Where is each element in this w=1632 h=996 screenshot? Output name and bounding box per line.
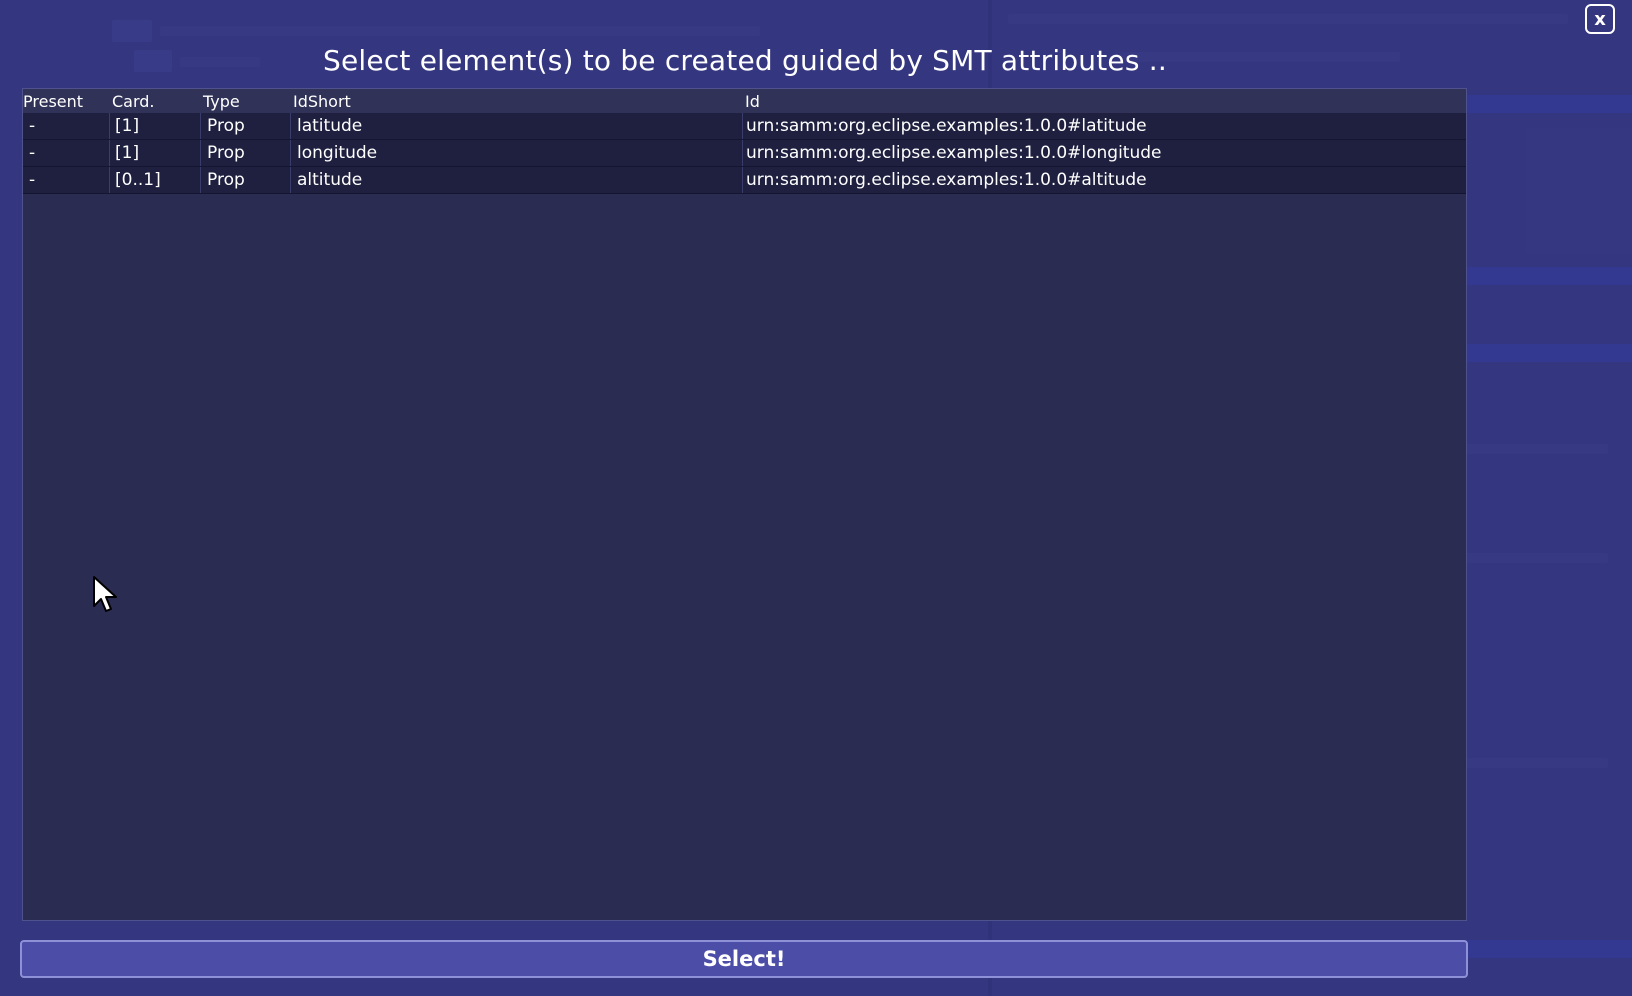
select-button[interactable]: Select!: [20, 940, 1468, 978]
column-header-id[interactable]: Id: [745, 92, 760, 111]
cell-type: Prop: [207, 170, 245, 190]
cell-separator: [200, 167, 201, 193]
cell-type: Prop: [207, 143, 245, 163]
cell-separator: [109, 140, 110, 166]
close-icon: x: [1594, 8, 1606, 30]
close-button[interactable]: x: [1585, 4, 1615, 34]
table-row[interactable]: - [1] Prop longitude urn:samm:org.eclips…: [23, 140, 1466, 167]
cell-separator: [200, 113, 201, 139]
cell-separator: [290, 113, 291, 139]
cell-separator: [109, 113, 110, 139]
cell-type: Prop: [207, 116, 245, 136]
cell-separator: [742, 140, 743, 166]
dialog-title: Select element(s) to be created guided b…: [323, 44, 1167, 77]
element-selection-grid[interactable]: Present Card. Type IdShort Id - [1] Prop…: [22, 88, 1467, 921]
cell-separator: [200, 140, 201, 166]
grid-header: Present Card. Type IdShort Id: [23, 89, 1466, 114]
column-header-card[interactable]: Card.: [112, 92, 155, 111]
cell-present: -: [29, 143, 36, 163]
column-header-present[interactable]: Present: [23, 92, 83, 111]
cell-separator: [290, 140, 291, 166]
cell-present: -: [29, 170, 36, 190]
cell-present: -: [29, 116, 36, 136]
cell-separator: [742, 113, 743, 139]
table-row[interactable]: - [1] Prop latitude urn:samm:org.eclipse…: [23, 113, 1466, 140]
column-header-idshort[interactable]: IdShort: [293, 92, 351, 111]
cell-idshort: latitude: [297, 116, 363, 136]
cell-idshort: altitude: [297, 170, 363, 190]
cell-idshort: longitude: [297, 143, 378, 163]
cell-card: [1]: [115, 143, 140, 163]
column-header-type[interactable]: Type: [203, 92, 240, 111]
mouse-pointer-icon: [93, 576, 117, 612]
cell-separator: [290, 167, 291, 193]
cell-id: urn:samm:org.eclipse.examples:1.0.0#long…: [746, 143, 1162, 163]
cell-separator: [742, 167, 743, 193]
cell-card: [1]: [115, 116, 140, 136]
cell-id: urn:samm:org.eclipse.examples:1.0.0#alti…: [746, 170, 1147, 190]
cell-separator: [109, 167, 110, 193]
table-row[interactable]: - [0..1] Prop altitude urn:samm:org.ecli…: [23, 167, 1466, 194]
cell-id: urn:samm:org.eclipse.examples:1.0.0#lati…: [746, 116, 1147, 136]
cell-card: [0..1]: [115, 170, 161, 190]
